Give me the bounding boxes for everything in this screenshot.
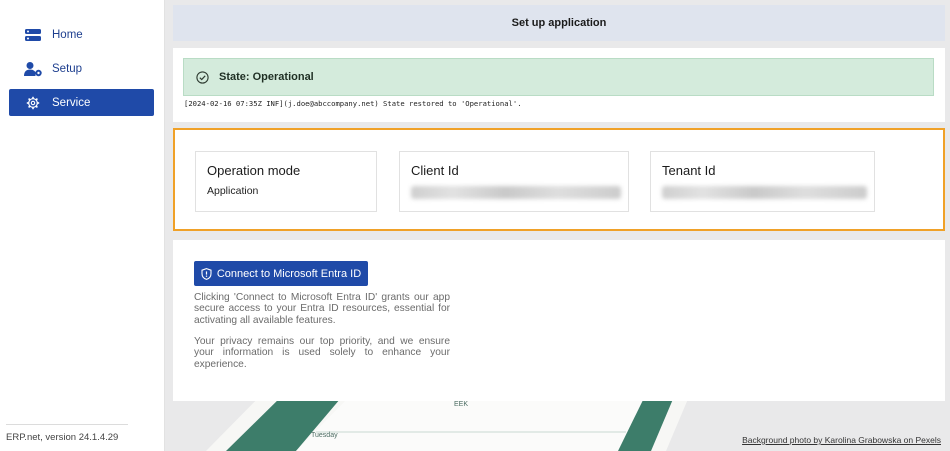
sidebar-item-home[interactable]: Home	[9, 21, 154, 48]
server-icon	[23, 27, 43, 43]
tenant-id-card: Tenant Id	[650, 151, 875, 212]
svg-text:Tuesday: Tuesday	[311, 432, 338, 439]
client-id-title: Client Id	[411, 163, 459, 178]
sidebar-item-label: Service	[52, 96, 91, 109]
app-info-panel: Operation mode Application Client Id Ten…	[173, 128, 945, 231]
connect-button-label: Connect to Microsoft Entra ID	[216, 267, 362, 280]
client-id-card: Client Id	[399, 151, 629, 212]
version-label: ERP.net, version 24.1.4.29	[6, 432, 119, 443]
status-text: State: Operational	[219, 71, 314, 83]
tenant-id-title: Tenant Id	[662, 163, 716, 178]
sidebar-item-label: Setup	[52, 62, 83, 75]
shield-icon	[201, 267, 213, 280]
sidebar-item-service[interactable]: Service	[9, 89, 154, 116]
privacy-note: Your privacy remains our top priority, a…	[194, 336, 450, 370]
gear-icon	[23, 95, 43, 111]
operation-mode-title: Operation mode	[207, 163, 301, 178]
connect-panel: Connect to Microsoft Entra ID Clicking '…	[173, 240, 945, 401]
tenant-id-value-redacted	[662, 186, 867, 199]
svg-text:EEK: EEK	[454, 401, 468, 408]
check-circle-icon	[195, 70, 209, 84]
log-line: [2024-02-16 07:35Z INF](j.doe@abccompany…	[184, 99, 522, 108]
sidebar: Home Setup Service ERP.net, version 24.1…	[0, 0, 165, 451]
operation-mode-value: Application	[207, 185, 259, 197]
client-id-value-redacted	[411, 186, 621, 199]
page-header: Set up application	[173, 5, 945, 41]
photo-credit-link[interactable]: Background photo by Karolina Grabowska o…	[742, 435, 941, 445]
divider	[6, 424, 128, 425]
sidebar-item-setup[interactable]: Setup	[9, 55, 154, 82]
operation-mode-card: Operation mode Application	[195, 151, 377, 212]
user-gear-icon	[23, 61, 43, 77]
sidebar-item-label: Home	[52, 28, 83, 41]
page-title: Set up application	[511, 17, 607, 29]
connect-description: Clicking 'Connect to Microsoft Entra ID'…	[194, 292, 450, 326]
status-panel: State: Operational [2024-02-16 07:35Z IN…	[173, 48, 945, 122]
connect-entra-id-button[interactable]: Connect to Microsoft Entra ID	[194, 261, 368, 286]
status-banner: State: Operational	[183, 58, 934, 96]
